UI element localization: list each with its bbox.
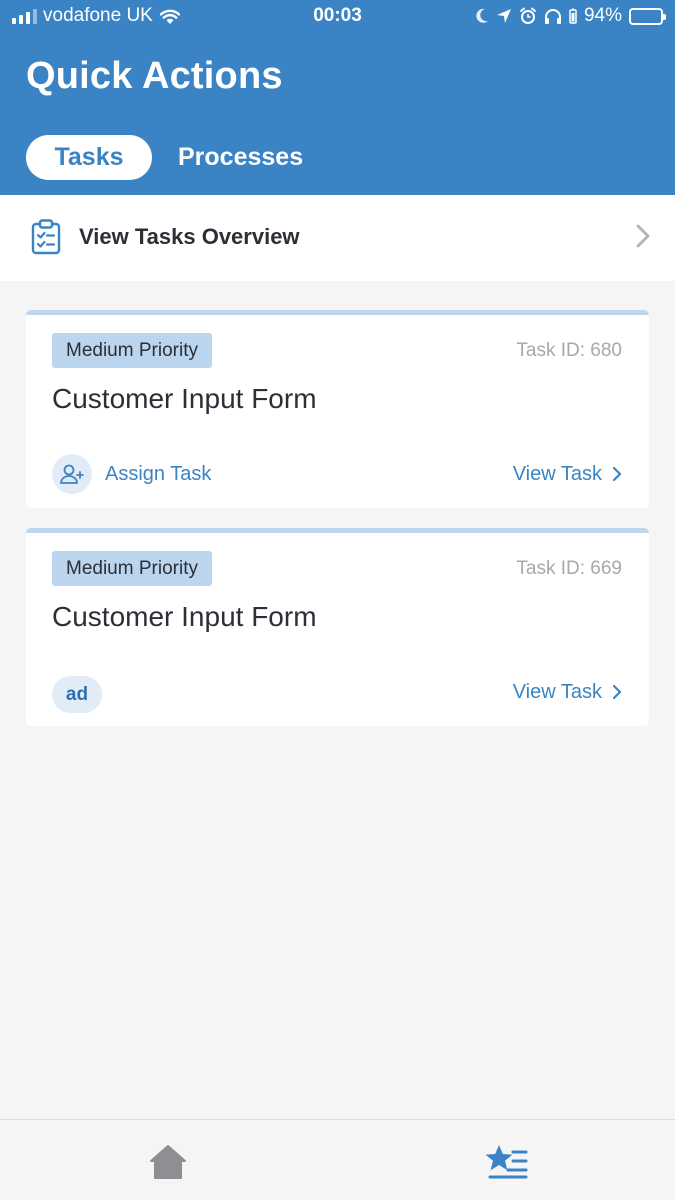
clipboard-check-icon	[31, 219, 61, 255]
priority-badge: Medium Priority	[52, 333, 212, 368]
status-right: 94%	[475, 5, 666, 27]
bottom-navigation	[0, 1119, 675, 1200]
battery-small-icon	[569, 8, 577, 24]
view-task-label: View Task	[512, 462, 602, 485]
page-title: Quick Actions	[26, 55, 283, 97]
assign-task-button[interactable]: Assign Task	[52, 454, 211, 494]
status-bar: vodafone UK 00:03 94%	[0, 0, 675, 34]
tab-processes[interactable]: Processes	[178, 135, 303, 180]
tab-tasks[interactable]: Tasks	[26, 135, 152, 180]
alarm-icon	[519, 7, 536, 24]
view-task-link[interactable]: View Task	[513, 461, 622, 487]
view-tasks-overview-row[interactable]: View Tasks Overview	[0, 195, 675, 281]
task-title: Customer Input Form	[52, 383, 317, 414]
task-id: Task ID: 669	[516, 558, 622, 579]
home-icon[interactable]	[148, 1143, 188, 1181]
chevron-right-icon	[612, 684, 622, 700]
headphones-icon	[544, 8, 561, 24]
battery-icon	[629, 7, 666, 25]
battery-percentage: 94%	[583, 5, 622, 26]
view-task-label: View Task	[512, 680, 602, 703]
priority-badge: Medium Priority	[52, 551, 212, 586]
task-title: Customer Input Form	[52, 601, 317, 632]
add-user-icon	[52, 454, 92, 494]
moon-icon	[476, 8, 488, 23]
location-arrow-icon	[496, 9, 511, 23]
view-task-link[interactable]: View Task	[513, 679, 622, 705]
chevron-right-icon	[612, 466, 622, 482]
app-header: vodafone UK 00:03 94% Quick Actions Task…	[0, 0, 675, 195]
task-id: Task ID: 680	[516, 340, 622, 361]
assignee-avatar[interactable]: ad	[52, 676, 102, 713]
task-card: Medium Priority Task ID: 669 Customer In…	[26, 528, 649, 726]
chevron-right-icon	[636, 224, 650, 248]
assign-task-label: Assign Task	[105, 462, 212, 485]
starred-list-icon[interactable]	[484, 1142, 528, 1180]
view-tasks-overview-label: View Tasks Overview	[79, 224, 300, 249]
task-card: Medium Priority Task ID: 680 Customer In…	[26, 310, 649, 508]
